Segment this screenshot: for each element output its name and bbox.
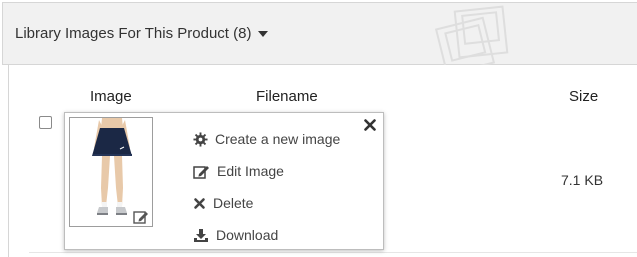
- thumbnail-edit-icon[interactable]: [133, 210, 149, 224]
- file-size-value: 7.1 KB: [561, 172, 604, 188]
- close-icon: [194, 197, 205, 209]
- caret-down-icon: [258, 31, 269, 37]
- column-header-filename: Filename: [256, 88, 318, 105]
- gear-icon: [193, 131, 208, 147]
- column-header-size: Size: [569, 88, 599, 105]
- image-actions-popup: Create a new image Edit Image Delete Dow…: [64, 112, 384, 250]
- library-images-toggle[interactable]: Library Images For This Product (8): [15, 25, 269, 42]
- product-image-thumbnail[interactable]: [69, 117, 153, 227]
- panel-title: Library Images For This Product (8): [15, 25, 252, 42]
- download-icon: [194, 228, 208, 242]
- close-popup-button[interactable]: [363, 118, 377, 132]
- row-divider: [29, 252, 637, 253]
- edit-image-button[interactable]: Edit Image: [193, 155, 340, 187]
- download-image-button[interactable]: Download: [193, 219, 340, 251]
- row-select-checkbox[interactable]: [39, 116, 52, 129]
- close-icon: [364, 119, 376, 131]
- image-actions-menu: Create a new image Edit Image Delete Dow…: [193, 123, 340, 251]
- column-header-image: Image: [90, 88, 132, 105]
- photo-watermark-icon: [435, 3, 515, 66]
- download-image-label: Download: [216, 227, 279, 243]
- edit-icon: [193, 165, 209, 179]
- create-new-image-button[interactable]: Create a new image: [193, 123, 340, 155]
- library-images-panel: Library Images For This Product (8) Imag…: [0, 0, 637, 257]
- create-new-image-label: Create a new image: [215, 131, 341, 147]
- panel-header: Library Images For This Product (8): [2, 2, 637, 66]
- delete-image-label: Delete: [213, 195, 254, 211]
- edit-image-label: Edit Image: [217, 163, 284, 179]
- delete-image-button[interactable]: Delete: [193, 187, 340, 219]
